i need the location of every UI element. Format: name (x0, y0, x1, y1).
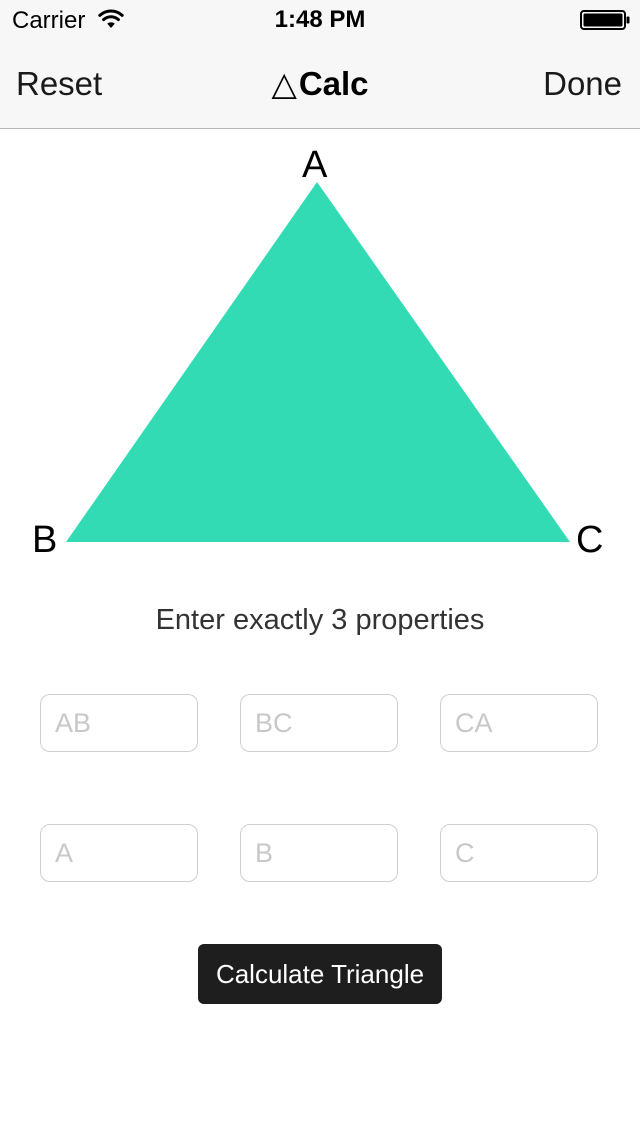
triangle-diagram (66, 182, 570, 542)
side-ca-input[interactable] (441, 695, 597, 751)
angle-c-field-box (440, 824, 598, 882)
angle-b-field-box (240, 824, 398, 882)
angle-a-input[interactable] (41, 825, 197, 881)
triangle-icon: △ (271, 65, 297, 102)
vertex-label-c: C (576, 519, 604, 561)
status-bar: Carrier 1:48 PM (0, 0, 640, 40)
page-title-text: Calc (298, 65, 369, 102)
battery-icon (580, 10, 630, 30)
side-ca-field-box (440, 694, 598, 752)
vertex-label-b: B (32, 519, 58, 561)
side-ab-input[interactable] (41, 695, 197, 751)
angle-b-input[interactable] (241, 825, 397, 881)
vertex-label-a: A (302, 144, 328, 186)
side-bc-field-box (240, 694, 398, 752)
angle-c-input[interactable] (441, 825, 597, 881)
side-ab-field-box (40, 694, 198, 752)
done-button[interactable]: Done (543, 64, 622, 104)
status-time: 1:48 PM (274, 6, 366, 33)
side-bc-input[interactable] (241, 695, 397, 751)
triangle-shape (66, 182, 570, 542)
angle-a-field-box (40, 824, 198, 882)
instructions-text: Enter exactly 3 properties (155, 604, 485, 636)
navigation-bar: Reset △Calc Done (0, 40, 640, 129)
calculate-triangle-button[interactable]: Calculate Triangle (198, 944, 442, 1004)
